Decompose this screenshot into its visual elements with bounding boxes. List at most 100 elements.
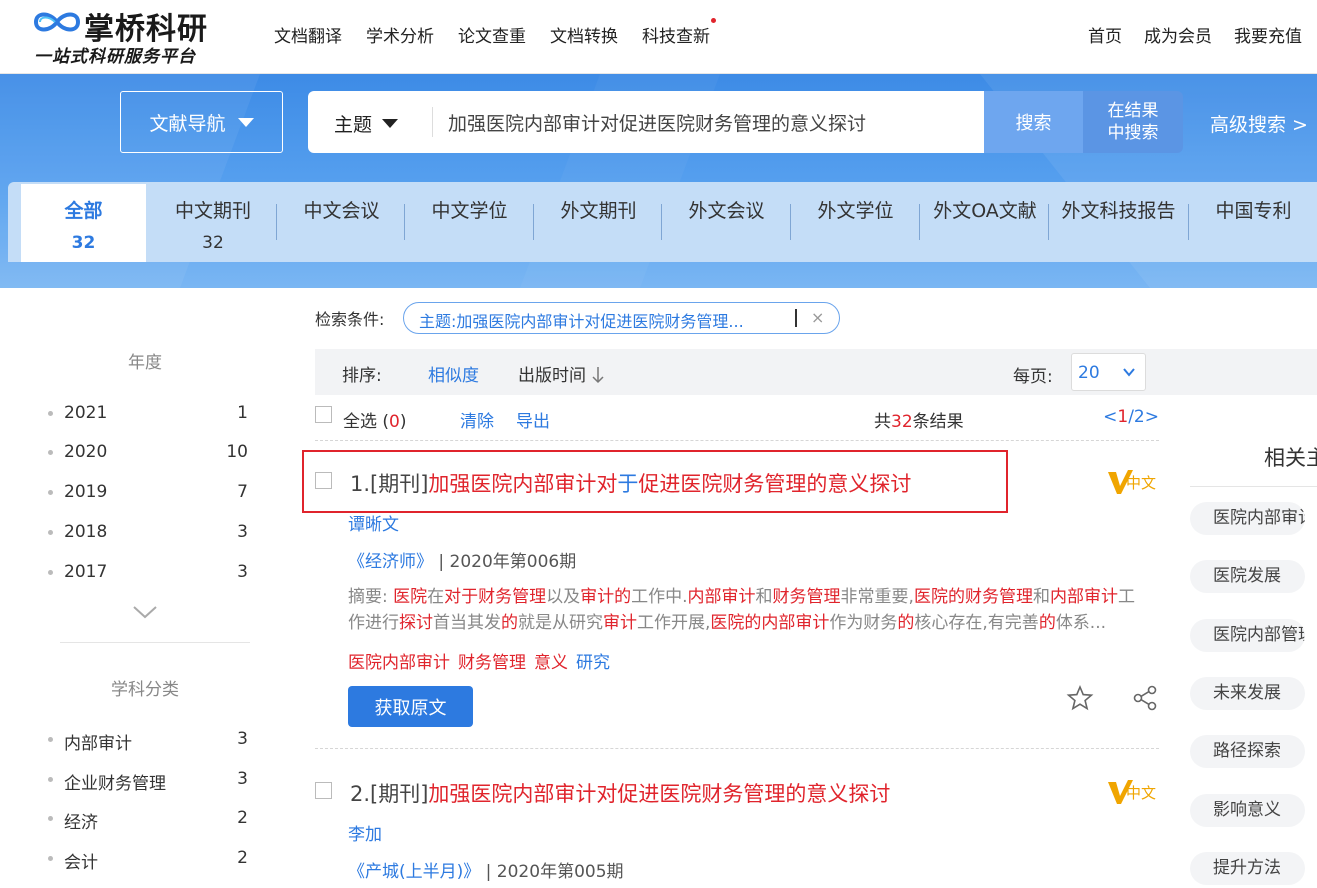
- search-conditions-label: 检索条件:: [315, 310, 385, 329]
- literature-nav-button[interactable]: 文献导航: [120, 91, 283, 153]
- select-all-label: 全选 (0): [343, 412, 407, 432]
- related-tag[interactable]: 影响意义: [1190, 794, 1305, 827]
- tab-cn-journal[interactable]: 中文期刊 32: [148, 182, 278, 262]
- nav-recharge[interactable]: 我要充值: [1234, 22, 1302, 47]
- caret-down-icon: [382, 119, 399, 128]
- tab-all[interactable]: 全部 32: [21, 184, 146, 262]
- nav-plagiarism-check[interactable]: 论文查重: [458, 22, 526, 47]
- result-source: 《产城(上半月)》 | 2020年第005期: [348, 862, 624, 882]
- tab-foreign-journal[interactable]: 外文期刊: [535, 182, 662, 262]
- tab-cn-thesis[interactable]: 中文学位: [406, 182, 533, 262]
- subject-filter-item[interactable]: 会计 2: [48, 848, 248, 873]
- svg-text:中文: 中文: [1126, 475, 1156, 492]
- nav-home[interactable]: 首页: [1088, 22, 1122, 47]
- filter-sidebar: 年度 2021 1 2020 10 2019 7 2018 3 2017 3 学科分类 内…: [10, 288, 280, 888]
- result-source: 《经济师》 | 2020年第006期: [348, 552, 577, 572]
- highlight-box: [302, 450, 1008, 513]
- search-divider: [432, 107, 433, 137]
- caret-down-icon: [237, 117, 254, 127]
- advanced-search-link[interactable]: 高级搜索 >: [1210, 110, 1308, 137]
- select-all-checkbox[interactable]: [315, 406, 332, 423]
- clear-button[interactable]: 清除: [460, 407, 494, 432]
- keyword-link[interactable]: 医院内部审计: [348, 653, 450, 673]
- divider: [315, 748, 1159, 749]
- right-nav-links: 首页 成为会员 我要充值: [1066, 22, 1302, 47]
- literature-nav-label: 文献导航: [149, 112, 226, 135]
- journal-link[interactable]: 《产城(上半月)》: [348, 862, 480, 882]
- nav-become-member[interactable]: 成为会员: [1144, 22, 1212, 47]
- condition-tag-text: 主题:加强医院内部审计对促进医院财务管理...: [419, 312, 744, 331]
- chinese-badge-icon: 中文: [1108, 470, 1156, 494]
- result-author[interactable]: 谭晰文: [348, 510, 399, 535]
- chinese-badge-icon: 中文: [1108, 780, 1156, 804]
- year-filter-item[interactable]: 2019 7: [48, 482, 248, 504]
- nav-novelty-label: 科技查新: [642, 27, 710, 47]
- related-topics-title: 相关主: [1264, 446, 1317, 470]
- search-within-label: 在结果 中搜索: [1107, 101, 1159, 143]
- close-icon[interactable]: ×: [811, 308, 824, 327]
- pagination[interactable]: <1/2>: [1103, 407, 1159, 427]
- year-filter-item[interactable]: 2017 3: [48, 562, 248, 584]
- result-author[interactable]: 李加: [348, 820, 382, 845]
- year-filter-item[interactable]: 2018 3: [48, 522, 248, 544]
- notification-dot: [711, 18, 716, 23]
- related-tag[interactable]: 未来发展: [1190, 677, 1305, 710]
- divider: [315, 440, 1159, 441]
- related-tag[interactable]: 提升方法: [1190, 852, 1305, 885]
- search-field-label: 主题: [334, 114, 373, 136]
- related-tag[interactable]: 路径探索: [1190, 735, 1305, 768]
- keyword-link[interactable]: 财务管理: [458, 653, 526, 673]
- logo[interactable]: 掌桥科研 一站式科研服务平台: [32, 4, 232, 67]
- subject-filter-item[interactable]: 企业财务管理 3: [48, 769, 248, 794]
- result-abstract: 摘要: 医院在对于财务管理以及审计的工作中.内部审计和财务管理非常重要,医院的财…: [348, 587, 1135, 633]
- sort-by-similarity[interactable]: 相似度: [428, 361, 479, 386]
- chevron-down-icon[interactable]: [132, 604, 158, 620]
- star-icon[interactable]: [1066, 684, 1094, 712]
- nav-doc-translate[interactable]: 文档翻译: [274, 22, 342, 47]
- arrow-down-icon: [592, 367, 604, 384]
- keyword-link[interactable]: 意义: [534, 653, 568, 673]
- tab-cn-conference[interactable]: 中文会议: [278, 182, 405, 262]
- chevron-down-icon: [1123, 368, 1135, 377]
- subject-filter-title: 学科分类: [111, 680, 179, 700]
- search-field-select[interactable]: 主题: [334, 110, 399, 137]
- year-filter-title: 年度: [128, 353, 162, 373]
- related-tag[interactable]: 医院内部审计: [1190, 502, 1305, 535]
- result-item: 2.[期刊]加强医院内部审计对促进医院财务管理的意义探讨 中文 李加 《产城(上…: [315, 778, 1160, 888]
- export-button[interactable]: 导出: [516, 407, 550, 432]
- tab-foreign-oa[interactable]: 外文OA文献: [921, 182, 1049, 262]
- result-title[interactable]: 2.[期刊]加强医院内部审计对促进医院财务管理的意义探讨: [350, 778, 890, 808]
- tab-foreign-conference[interactable]: 外文会议: [663, 182, 790, 262]
- tab-foreign-tech-report[interactable]: 外文科技报告: [1050, 182, 1187, 262]
- sort-by-date[interactable]: 出版时间: [518, 361, 605, 386]
- per-page-label: 每页:: [1013, 367, 1053, 387]
- condition-tag-divider: [795, 309, 797, 327]
- top-nav-links: 文档翻译 学术分析 论文查重 文档转换 科技查新: [274, 18, 734, 47]
- year-filter-item[interactable]: 2020 10: [48, 442, 248, 464]
- search-button[interactable]: 搜索: [984, 91, 1083, 153]
- keyword-link[interactable]: 研究: [576, 653, 610, 673]
- related-tag[interactable]: 医院发展: [1190, 560, 1305, 593]
- search-within-results-button[interactable]: 在结果 中搜索: [1083, 91, 1183, 153]
- tab-foreign-thesis[interactable]: 外文学位: [792, 182, 919, 262]
- search-input[interactable]: [448, 101, 968, 143]
- svg-text:中文: 中文: [1126, 785, 1156, 802]
- nav-doc-convert[interactable]: 文档转换: [550, 22, 618, 47]
- subject-filter-item[interactable]: 内部审计 3: [48, 729, 248, 754]
- get-fulltext-button[interactable]: 获取原文: [348, 686, 473, 727]
- per-page-select[interactable]: 20: [1071, 353, 1146, 391]
- search-condition-tag[interactable]: 主题:加强医院内部审计对促进医院财务管理... ×: [403, 302, 840, 334]
- journal-link[interactable]: 《经济师》: [348, 552, 433, 572]
- tab-cn-patent[interactable]: 中国专利: [1190, 182, 1317, 262]
- nav-novelty-search[interactable]: 科技查新: [642, 18, 716, 47]
- result-total: 共32条结果: [874, 412, 964, 432]
- nav-academic-analysis[interactable]: 学术分析: [366, 22, 434, 47]
- result-checkbox[interactable]: [315, 782, 332, 799]
- search-band: 文献导航 主题 搜索 在结果中搜索 高级搜索 > 全部32 中文期刊32 中文会…: [0, 74, 1317, 288]
- year-filter-item[interactable]: 2021 1: [48, 403, 248, 425]
- related-tag[interactable]: 医院内部管理: [1190, 619, 1305, 652]
- subject-filter-item[interactable]: 经济 2: [48, 808, 248, 833]
- sidebar-divider: [60, 642, 250, 643]
- share-icon[interactable]: [1131, 684, 1159, 712]
- source-tabs: 全部 32 中文期刊 32 中文会议 中文学位 外文期刊 外文会议 外文学位 外文O…: [8, 182, 1317, 262]
